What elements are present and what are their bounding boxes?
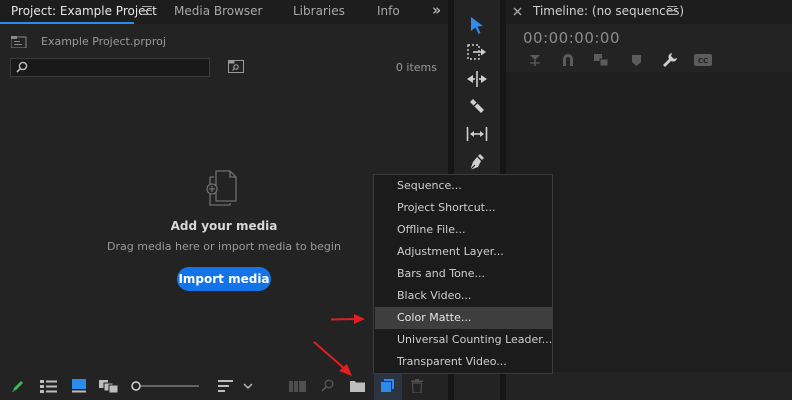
empty-state-title: Add your media (170, 219, 278, 233)
razor-tool-icon[interactable] (469, 98, 485, 114)
magnet-icon[interactable] (561, 53, 575, 67)
project-file-name: Example Project.prproj (41, 35, 166, 48)
menu-item-project-shortcut[interactable]: Project Shortcut... (375, 197, 552, 219)
timeline-title[interactable]: Timeline: (no sequences) (533, 0, 684, 23)
track-select-tool-icon[interactable] (467, 44, 487, 60)
list-view-icon[interactable] (40, 380, 58, 393)
tab-overflow-icon[interactable]: » (432, 0, 441, 24)
playhead-timecode[interactable]: 00:00:00:00 (523, 29, 620, 47)
empty-state-subtitle: Drag media here or import media to begin (107, 240, 341, 253)
menu-item-sequence[interactable]: Sequence... (375, 175, 552, 197)
close-icon[interactable] (513, 7, 522, 16)
project-search-input[interactable] (10, 58, 210, 77)
menu-item-adjustment-layer[interactable]: Adjustment Layer... (375, 241, 552, 263)
tab-media-browser[interactable]: Media Browser (174, 0, 262, 24)
import-media-button[interactable]: Import media (177, 267, 271, 291)
project-panel-menu-icon[interactable] (142, 6, 152, 16)
active-tab-indicator (0, 22, 134, 24)
tab-media-browser-label: Media Browser (174, 4, 263, 18)
tab-libraries-label: Libraries (293, 4, 345, 18)
pencil-icon[interactable] (11, 379, 25, 393)
new-item-context-menu: Sequence... Project Shortcut... Offline … (373, 174, 553, 374)
menu-item-universal-counting-leader[interactable]: Universal Counting Leader... (375, 329, 552, 351)
new-bin-icon[interactable] (350, 380, 365, 392)
menu-item-bars-and-tone[interactable]: Bars and Tone... (375, 263, 552, 285)
tab-info[interactable]: Info (377, 0, 400, 24)
wrench-icon[interactable] (662, 52, 678, 68)
marker-icon[interactable] (632, 55, 641, 66)
tab-libraries[interactable]: Libraries (293, 0, 345, 24)
trash-icon[interactable] (411, 379, 423, 393)
tab-project[interactable]: Project: Example Project (11, 0, 157, 24)
new-item-icon[interactable] (381, 379, 394, 392)
captions-icon[interactable]: CC (694, 54, 712, 66)
tab-info-label: Info (377, 4, 400, 18)
menu-item-offline-file[interactable]: Offline File... (375, 219, 552, 241)
menu-item-transparent-video[interactable]: Transparent Video... (375, 351, 552, 373)
project-file-icon (11, 36, 27, 48)
annotation-arrow-new-bin (312, 340, 354, 378)
pen-tool-icon[interactable] (469, 153, 485, 171)
items-count: 0 items (395, 61, 437, 74)
automate-to-sequence-icon[interactable] (289, 381, 307, 392)
menu-item-black-video[interactable]: Black Video... (375, 285, 552, 307)
find-icon[interactable] (321, 379, 334, 392)
sort-icon[interactable] (218, 380, 234, 392)
annotation-arrow-color-matte (330, 313, 366, 325)
timeline-panel-menu-icon[interactable] (667, 6, 677, 16)
ripple-edit-tool-icon[interactable] (466, 71, 488, 87)
menu-item-color-matte[interactable]: Color Matte... (375, 307, 552, 329)
freeform-view-icon[interactable] (99, 380, 119, 393)
add-media-icon (202, 167, 246, 207)
linked-selection-icon[interactable] (593, 53, 609, 67)
search-icon (16, 61, 28, 73)
zoom-slider[interactable] (131, 380, 201, 392)
svg-text:CC: CC (698, 57, 708, 65)
search-bin-icon[interactable] (228, 60, 244, 73)
insert-snap-icon[interactable] (528, 53, 542, 67)
selection-tool-icon[interactable] (470, 16, 484, 34)
slip-tool-icon[interactable] (466, 126, 488, 142)
chevron-down-icon[interactable] (243, 383, 253, 390)
tab-project-label: Project: Example Project (11, 4, 157, 18)
icon-view-icon[interactable] (72, 379, 86, 393)
project-tab-bar: Project: Example Project Media Browser L… (0, 0, 448, 24)
